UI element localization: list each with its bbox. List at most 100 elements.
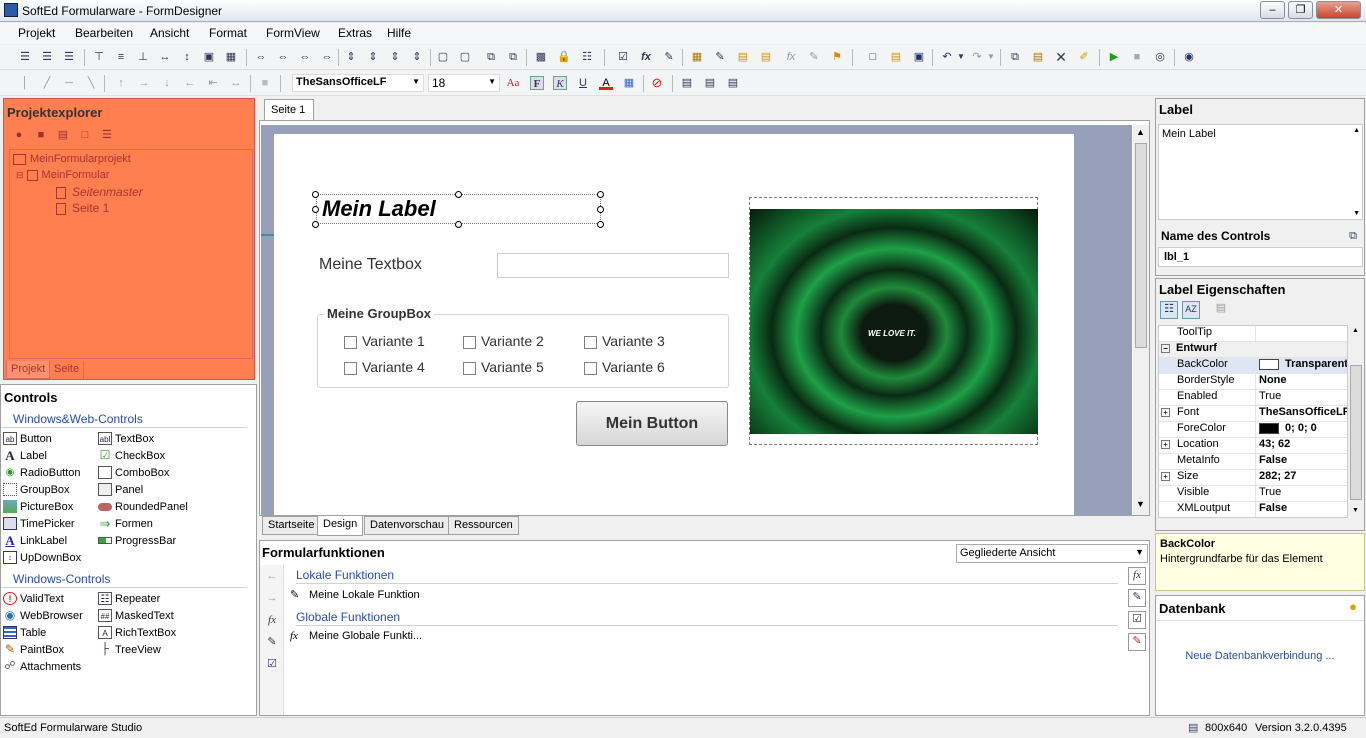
stop-icon[interactable]: ■ <box>1130 50 1144 64</box>
send-back-icon[interactable]: ⧉ <box>506 50 520 64</box>
tab-seite[interactable]: Seite <box>50 361 85 379</box>
arrow-down-icon[interactable]: ↓ <box>160 76 174 90</box>
scroll-thumb[interactable] <box>1135 143 1147 348</box>
scroll-down-icon[interactable]: ▼ <box>1136 499 1145 509</box>
vspace-remove-icon[interactable]: ⇕ <box>410 50 424 64</box>
function-icon[interactable]: fx <box>639 50 653 64</box>
explorer-list-icon[interactable]: ☰ <box>100 128 114 142</box>
hspace-remove-icon[interactable]: ⇔ <box>320 50 334 64</box>
prop-row-enabled[interactable]: Enabled True <box>1159 390 1347 406</box>
control-textbox[interactable]: abl TextBox <box>98 430 188 447</box>
control-timepicker[interactable]: TimePicker <box>3 515 81 532</box>
control-formen[interactable]: ⇒ Formen <box>98 515 188 532</box>
text-align-center-icon[interactable]: ▤ <box>703 76 717 90</box>
prop-row-metainfo[interactable]: MetaInfo False <box>1159 454 1347 470</box>
label-text-editor[interactable]: Mein Label ▲ ▼ <box>1158 124 1363 220</box>
align-left-icon[interactable]: ☰ <box>18 50 32 64</box>
option-variante-5[interactable]: Variante 5 <box>463 359 544 375</box>
vspace-equal-icon[interactable]: ⇕ <box>344 50 358 64</box>
menu-ansicht[interactable]: Ansicht <box>150 26 189 40</box>
database-edit-icon[interactable]: ✎ <box>713 50 727 64</box>
resize-handle[interactable] <box>597 206 604 213</box>
control-linklabel[interactable]: A LinkLabel <box>3 532 81 549</box>
font-name-combo[interactable]: TheSansOfficeLF ▼ <box>292 74 424 92</box>
scroll-down-icon[interactable]: ▼ <box>1352 507 1359 514</box>
tree-master[interactable]: Seitenmaster <box>56 185 143 199</box>
section-global-functions[interactable]: Globale Funktionen <box>296 610 1118 626</box>
control-updownbox[interactable]: ↕ UpDownBox <box>3 549 81 566</box>
font-size-combo[interactable]: 18 ▼ <box>428 74 500 92</box>
align-bottom-icon[interactable]: ⊥ <box>136 50 150 64</box>
find-icon[interactable]: ◉ <box>1182 50 1196 64</box>
tree-project[interactable]: MeinFormularprojekt <box>13 153 131 165</box>
validate-icon[interactable]: ☑ <box>616 50 630 64</box>
control-attachments[interactable]: ☍ Attachments <box>3 658 83 675</box>
folder-icon[interactable]: ▤ <box>736 50 750 64</box>
option-variante-4[interactable]: Variante 4 <box>344 359 425 375</box>
vspace-dec-icon[interactable]: ⇕ <box>388 50 402 64</box>
control-progressbar[interactable]: ProgressBar <box>98 532 188 549</box>
tag-icon[interactable]: ⚑ <box>830 50 844 64</box>
control-validtext[interactable]: ! ValidText <box>3 590 83 607</box>
control-paintbox[interactable]: ✎ PaintBox <box>3 641 83 658</box>
properties-vscroll[interactable]: ▲ ▼ <box>1349 325 1363 518</box>
arrow-left-bar-icon[interactable]: ⇤ <box>206 76 220 90</box>
tab-design[interactable]: Design <box>317 516 364 536</box>
designer-vscroll[interactable]: ▲ ▼ <box>1133 125 1149 515</box>
expand-icon[interactable]: + <box>1161 472 1170 481</box>
menu-formview[interactable]: FormView <box>266 26 320 40</box>
undo-dropdown-icon[interactable]: ▼ <box>954 50 968 64</box>
group-windows[interactable]: Windows-Controls <box>1 570 247 588</box>
function-item-global[interactable]: fx Meine Globale Funkti... <box>290 630 422 642</box>
scroll-up-icon[interactable]: ▲ <box>1136 127 1145 137</box>
line-vertical-icon[interactable]: │ <box>18 76 32 90</box>
center-h-icon[interactable]: ▢ <box>436 50 450 64</box>
prop-row-borderstyle[interactable]: BorderStyle None <box>1159 374 1347 390</box>
color-palette-icon[interactable]: ▦ <box>622 76 636 90</box>
hspace-equal-icon[interactable]: ⇔ <box>254 50 268 64</box>
menu-bearbeiten[interactable]: Bearbeiten <box>75 26 133 40</box>
bring-front-icon[interactable]: ⧉ <box>484 50 498 64</box>
align-right-icon[interactable]: ☰ <box>62 50 76 64</box>
no-color-icon[interactable]: ⊘ <box>650 76 664 90</box>
prop-row-size[interactable]: + Size 282; 27 <box>1159 470 1347 486</box>
arrow-left-icon[interactable]: ← <box>183 76 197 90</box>
run-icon[interactable]: ▶ <box>1107 50 1121 64</box>
align-top-icon[interactable]: ⊤ <box>92 50 106 64</box>
scroll-down-icon[interactable]: ▼ <box>1353 210 1360 217</box>
resize-handle[interactable] <box>455 221 462 228</box>
redo-icon[interactable]: ↷ <box>970 50 984 64</box>
expand-icon[interactable]: + <box>1161 440 1170 449</box>
folder-open-icon[interactable]: ▤ <box>759 50 773 64</box>
explorer-delete-icon[interactable]: ● <box>12 128 26 142</box>
tab-ressourcen[interactable]: Ressourcen <box>448 516 519 535</box>
text-align-left-icon[interactable]: ▤ <box>680 76 694 90</box>
script-icon[interactable]: ✎ <box>662 50 676 64</box>
control-radiobutton[interactable]: ◉ RadioButton <box>3 464 81 481</box>
property-pages-icon[interactable]: ▤ <box>1214 301 1228 315</box>
open-file-icon[interactable]: ▤ <box>889 50 903 64</box>
close-button[interactable]: ✕ <box>1316 1 1361 19</box>
meine-groupbox[interactable] <box>317 314 729 388</box>
resize-handle[interactable] <box>597 221 604 228</box>
control-combobox[interactable]: ComboBox <box>98 464 188 481</box>
add-function-icon[interactable]: fx <box>1128 567 1146 585</box>
underline-icon[interactable]: U <box>576 76 590 90</box>
new-db-connection-link[interactable]: Neue Datenbankverbindung ... <box>1156 650 1364 662</box>
prop-row-xmloutput[interactable]: XMLoutput False <box>1159 502 1347 517</box>
control-button[interactable]: ab Button <box>3 430 81 447</box>
tab-seite-1[interactable]: Seite 1 <box>264 99 314 121</box>
explorer-page-icon[interactable]: □ <box>78 128 92 142</box>
chevron-down-icon[interactable]: ▼ <box>1135 547 1144 557</box>
tab-projekt[interactable]: Projekt <box>6 361 51 379</box>
option-variante-2[interactable]: Variante 2 <box>463 333 544 349</box>
control-treeview[interactable]: ├ TreeView <box>98 641 176 658</box>
categorized-icon[interactable]: ☷ <box>1160 301 1178 319</box>
forward-arrow-icon[interactable]: → <box>265 591 279 605</box>
prop-section-entwurf[interactable]: − Entwurf <box>1159 342 1347 358</box>
border-color-icon[interactable]: ■ <box>258 76 272 90</box>
lock-icon[interactable]: 🔒 <box>557 50 571 64</box>
control-picturebox[interactable]: PictureBox <box>3 498 81 515</box>
arrow-up-icon[interactable]: ↑ <box>114 76 128 90</box>
vspace-inc-icon[interactable]: ⇕ <box>366 50 380 64</box>
